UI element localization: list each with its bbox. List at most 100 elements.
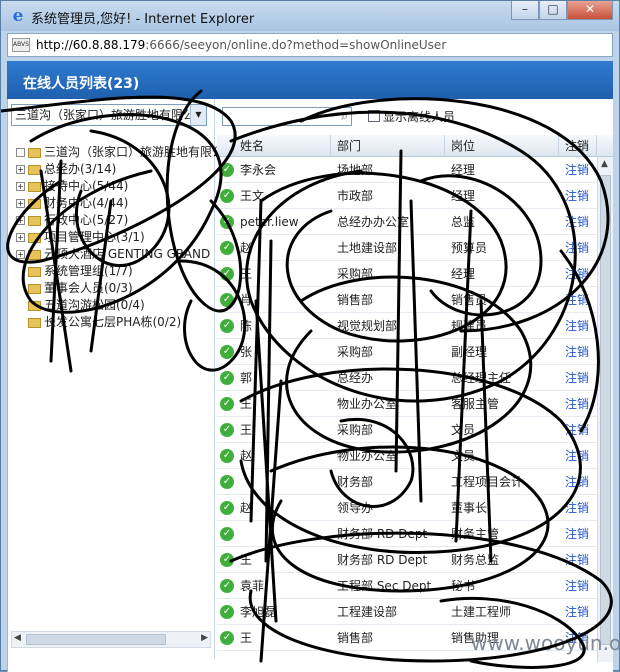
org-select[interactable]: 三道沟（张家口）旅游胜地有限公 ▼ [11, 104, 207, 126]
show-offline-checkbox[interactable] [368, 110, 380, 122]
logout-link[interactable]: 注销 [565, 183, 597, 209]
tree-node-label[interactable]: 财务中心(4/44) [44, 196, 128, 210]
horizontal-scrollbar[interactable]: ◀ ▶ [11, 631, 211, 648]
scroll-thumb[interactable] [600, 175, 611, 645]
table-row[interactable]: ✓ 肖 销售部 销售员 注销 [217, 287, 597, 313]
logout-link[interactable]: 注销 [565, 547, 597, 573]
online-status-icon: ✓ [220, 501, 234, 515]
column-header-department[interactable]: 部门 [331, 135, 445, 157]
user-department: 土地建设部 [337, 241, 398, 255]
table-row[interactable]: ✓ 赵 领导办 董事长 注销 [217, 495, 597, 521]
tree-node-label[interactable]: 接待中心(5/44) [44, 179, 128, 193]
tree-node[interactable]: + 接待中心(5/44) [16, 178, 216, 195]
org-tree: 三道沟（张家口）旅游胜地有限公司 + 总经办(3/14) + 接待中心(5/44) + 财务… [16, 144, 236, 331]
tree-node[interactable]: + 项目管理中心(3/1) [16, 229, 216, 246]
logout-link[interactable]: 注销 [565, 287, 597, 313]
tree-node-label[interactable]: 系统管理组(1/7) [44, 264, 133, 278]
table-row[interactable]: ✓ 王文 市政部 经理 注销 [217, 183, 597, 209]
table-row[interactable]: ✓ peter.liew 总经办办公室 总监 注销 [217, 209, 597, 235]
table-row[interactable]: ✓ 张 采购部 副经理 注销 [217, 339, 597, 365]
address-bar[interactable]: ABVS http://60.8.88.179:6666/seeyon/onli… [7, 33, 613, 57]
column-header-post[interactable]: 岗位 [445, 135, 559, 157]
vertical-scrollbar[interactable]: ▲ [597, 157, 613, 662]
tree-node[interactable]: 系统管理组(1/7) [16, 263, 216, 280]
tree-node-label[interactable]: 云顶大酒店 GENTING GRAND [44, 247, 210, 261]
logout-link[interactable]: 注销 [565, 235, 597, 261]
search-input[interactable]: ⌕ [222, 107, 352, 126]
tree-node-label[interactable]: 总经办(3/14) [44, 162, 116, 176]
table-row[interactable]: ✓ 郭 总经办 总经理主任 注销 [217, 365, 597, 391]
url-text[interactable]: http://60.8.88.179:6666/seeyon/online.do… [36, 38, 446, 52]
logout-link[interactable]: 注销 [565, 573, 597, 599]
scroll-thumb[interactable] [26, 634, 166, 645]
user-department: 场地部 [337, 163, 374, 177]
table-row[interactable]: ✓ 王 采购部 经理 注销 [217, 261, 597, 287]
table-row[interactable]: ✓ 赵 物业办公室 文员 注销 [217, 443, 597, 469]
logout-link[interactable]: 注销 [565, 521, 597, 547]
table-row[interactable]: ✓ 王 采购部 文员 注销 [217, 417, 597, 443]
expand-icon[interactable]: + [16, 182, 25, 191]
online-status-icon: ✓ [220, 553, 234, 567]
logout-link[interactable]: 注销 [565, 391, 597, 417]
online-status-icon: ✓ [220, 449, 234, 463]
user-department: 采购部 [337, 423, 374, 437]
logout-link[interactable]: 注销 [565, 157, 597, 183]
tree-node[interactable]: 董事会人员(0/3) [16, 280, 216, 297]
logout-link[interactable]: 注销 [565, 365, 597, 391]
tree-node[interactable]: + 云顶大酒店 GENTING GRAND [16, 246, 216, 263]
close-button[interactable]: ✕ [567, 1, 613, 20]
logout-link[interactable]: 注销 [565, 443, 597, 469]
logout-link[interactable]: 注销 [565, 261, 597, 287]
table-row[interactable]: ✓ 李永会 场地部 经理 注销 [217, 157, 597, 183]
scroll-left-icon[interactable]: ◀ [14, 633, 21, 643]
user-post: 销售员 [451, 293, 488, 307]
logout-link[interactable]: 注销 [565, 495, 597, 521]
expand-icon[interactable]: + [16, 199, 25, 208]
search-icon[interactable]: ⌕ [341, 109, 348, 124]
folder-icon [28, 215, 41, 226]
tree-node-label[interactable]: 长发公寓七层PHA栋(0/2) [44, 315, 181, 329]
tree-node[interactable]: 五道沟游松园(0/4) [16, 297, 216, 314]
tree-node[interactable]: + 行政中心(5/27) [16, 212, 216, 229]
table-row[interactable]: ✓ 赵 土地建设部 预算员 注销 [217, 235, 597, 261]
table-row[interactable]: ✓ 财务部 工程项目会计 注销 [217, 469, 597, 495]
table-row[interactable]: ✓ 陈 视觉规划部 规建员 注销 [217, 313, 597, 339]
user-post: 客服主管 [451, 397, 500, 411]
chevron-down-icon[interactable]: ▼ [190, 105, 206, 125]
header-checkbox[interactable] [217, 135, 234, 157]
logout-link[interactable]: 注销 [565, 313, 597, 339]
expand-icon[interactable] [16, 148, 25, 157]
logout-link[interactable]: 注销 [565, 209, 597, 235]
maximize-button[interactable]: □ [539, 1, 567, 20]
expand-icon[interactable]: + [16, 216, 25, 225]
expand-icon[interactable]: + [16, 250, 25, 259]
tree-node-label[interactable]: 三道沟（张家口）旅游胜地有限公司 [44, 145, 236, 159]
table-row[interactable]: ✓ 王 物业办公室 客服主管 注销 [217, 391, 597, 417]
scroll-up-icon[interactable]: ▲ [601, 159, 608, 169]
logout-link[interactable]: 注销 [565, 417, 597, 443]
column-header-name[interactable]: 姓名 [234, 135, 331, 157]
tree-node[interactable]: 长发公寓七层PHA栋(0/2) [16, 314, 216, 331]
expand-icon[interactable]: + [16, 233, 25, 242]
tree-node[interactable]: + 总经办(3/14) [16, 161, 216, 178]
logout-link[interactable]: 注销 [565, 339, 597, 365]
user-name: 张 [240, 345, 253, 359]
tree-node-label[interactable]: 董事会人员(0/3) [44, 281, 133, 295]
tree-node-label[interactable]: 行政中心(5/27) [44, 213, 128, 227]
user-name: 王 [240, 423, 253, 437]
tree-node-label[interactable]: 项目管理中心(3/1) [44, 230, 145, 244]
user-post: 规建员 [451, 319, 488, 333]
tree-node-label[interactable]: 五道沟游松园(0/4) [44, 298, 145, 312]
table-row[interactable]: ✓ 李旭磊 工程建设部 土建工程师 注销 [217, 599, 597, 625]
logout-link[interactable]: 注销 [565, 469, 597, 495]
logout-link[interactable]: 注销 [565, 599, 597, 625]
expand-icon[interactable]: + [16, 165, 25, 174]
column-header-logout[interactable]: 注销 [559, 135, 597, 157]
tree-node[interactable]: + 财务中心(4/44) [16, 195, 216, 212]
minimize-button[interactable]: – [511, 1, 539, 20]
scroll-right-icon[interactable]: ▶ [201, 633, 208, 643]
tree-node[interactable]: 三道沟（张家口）旅游胜地有限公司 [16, 144, 236, 161]
table-row[interactable]: ✓ 袁菲 工程部 Sec Dept 秘书 注销 [217, 573, 597, 599]
table-row[interactable]: ✓ 财务部 RD Dept 财务主管 注销 [217, 521, 597, 547]
table-row[interactable]: ✓ 王 财务部 RD Dept 财务总监 注销 [217, 547, 597, 573]
